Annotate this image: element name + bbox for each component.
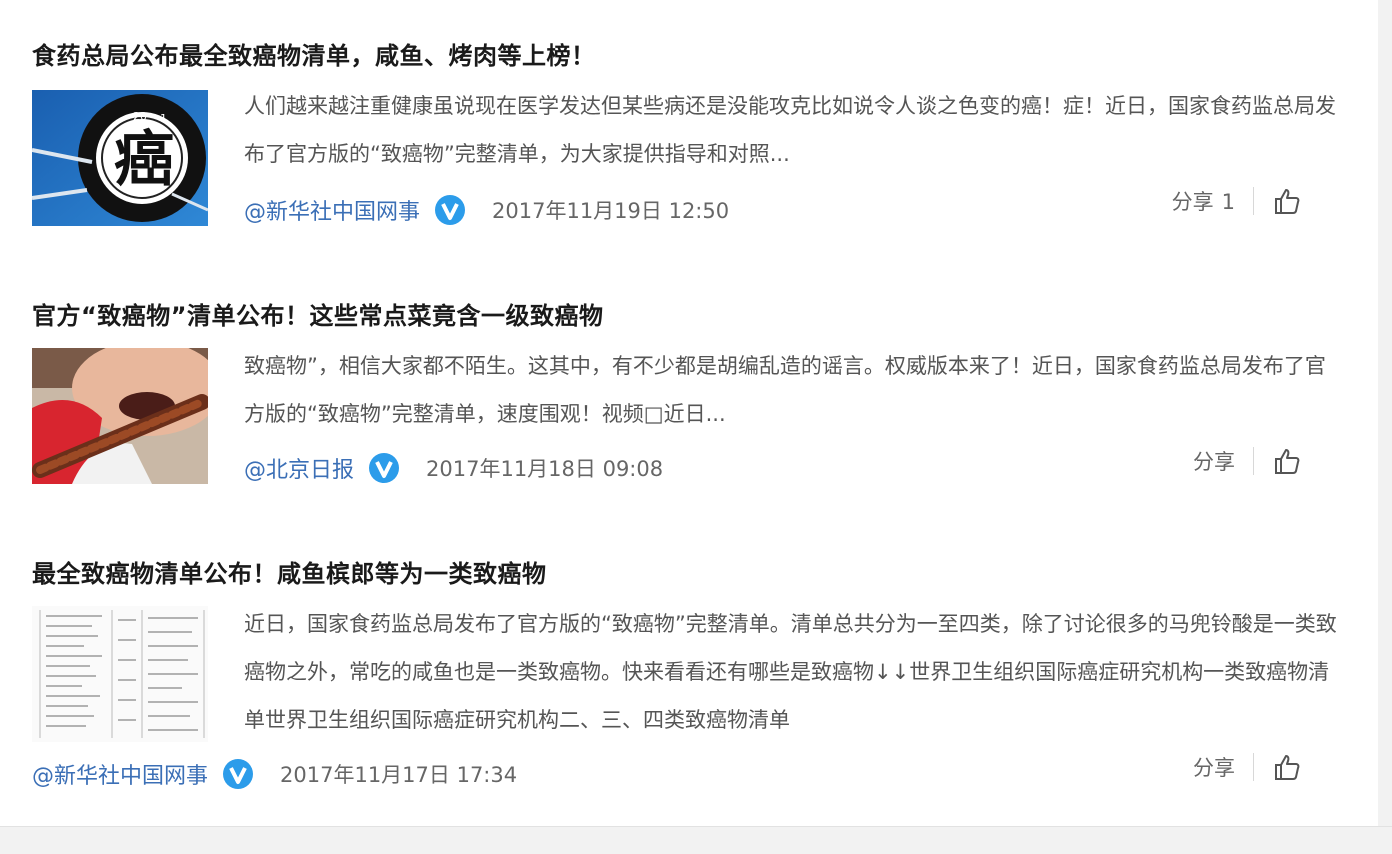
article-date: 2017年11月17日 17:34	[280, 763, 518, 787]
article-source: @北京日报 2017年11月18日 09:08	[244, 452, 663, 484]
share-button[interactable]: 分享	[1193, 446, 1235, 476]
verified-badge-icon	[223, 759, 254, 789]
action-divider	[1253, 187, 1254, 215]
share-button[interactable]: 分享	[1193, 752, 1235, 782]
author-link[interactable]: @新华社中国网事	[244, 194, 420, 226]
document-table-image	[32, 606, 208, 742]
share-label: 分享	[1193, 450, 1235, 474]
results-card: 食药总局公布最全致癌物清单，咸鱼、烤肉等上榜！ 20 1 癌 人们越来越注重健康…	[0, 0, 1378, 826]
article-date: 2017年11月19日 12:50	[492, 199, 730, 223]
article-thumbnail[interactable]	[32, 348, 208, 484]
article-date: 2017年11月18日 09:08	[426, 457, 664, 481]
article-title[interactable]: 最全致癌物清单公布！咸鱼槟郎等为一类致癌物	[32, 554, 547, 589]
article-title[interactable]: 官方“致癌物”清单公布！这些常点菜竟含一级致癌物	[32, 296, 604, 331]
cancer-character: 癌	[114, 125, 174, 195]
share-label: 分享	[1193, 756, 1235, 780]
dart-number-20: 20	[133, 110, 147, 123]
dart-number-1: 1	[160, 112, 167, 125]
article-source: @新华社中国网事 2017年11月19日 12:50	[244, 194, 729, 226]
share-count: 1	[1221, 190, 1235, 214]
share-label: 分享	[1171, 190, 1214, 214]
verified-badge-icon	[369, 453, 400, 483]
article-excerpt: 人们越来越注重健康虽说现在医学发达但某些病还是没能攻克比如说令人谈之色变的癌！症…	[244, 94, 1336, 166]
article-excerpt: 致癌物”，相信大家都不陌生。这其中，有不少都是胡编乱造的谣言。权威版本来了！近日…	[244, 354, 1326, 426]
article-actions: 分享 1	[1172, 186, 1302, 216]
page-divider	[0, 826, 1392, 827]
article-excerpt: 近日，国家食药监总局发布了官方版的“致癌物”完整清单。清单总共分为一至四类，除了…	[244, 612, 1337, 732]
article-thumbnail[interactable]: 20 1 癌	[32, 90, 208, 226]
thumbs-up-icon[interactable]	[1272, 446, 1302, 476]
author-link[interactable]: @北京日报	[244, 452, 354, 484]
thumbs-up-icon[interactable]	[1272, 752, 1302, 782]
thumbs-up-icon[interactable]	[1272, 186, 1302, 216]
article-source: @新华社中国网事 2017年11月17日 17:34	[32, 758, 517, 790]
action-divider	[1253, 753, 1254, 781]
verified-badge-icon	[435, 195, 466, 225]
action-divider	[1253, 447, 1254, 475]
author-link[interactable]: @新华社中国网事	[32, 758, 208, 790]
article-actions: 分享	[1193, 446, 1302, 476]
article-thumbnail[interactable]	[32, 606, 208, 742]
share-button[interactable]: 分享 1	[1172, 186, 1235, 216]
child-eating-skewer-image	[32, 348, 208, 484]
article-title[interactable]: 食药总局公布最全致癌物清单，咸鱼、烤肉等上榜！	[32, 36, 596, 71]
article-actions: 分享	[1193, 752, 1302, 782]
dartboard-image: 20 1 癌	[32, 90, 208, 226]
